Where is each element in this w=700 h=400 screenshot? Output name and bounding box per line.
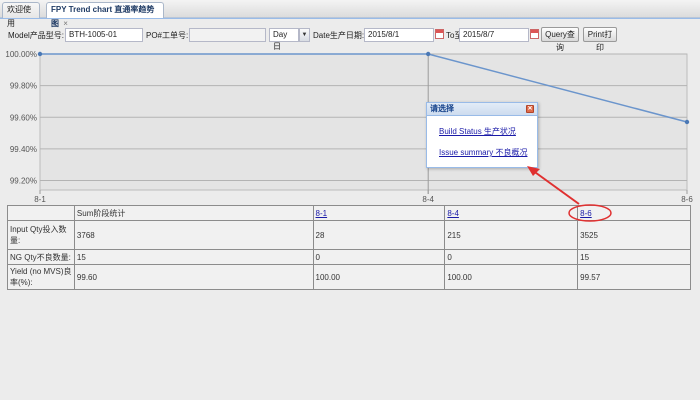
date-link-8-1[interactable]: 8-1	[316, 209, 328, 218]
x-tick-label: 8-1	[34, 195, 46, 203]
tab-bar: 欢迎使用 FPY Trend chart 直通率趋势图 ×	[0, 0, 700, 28]
y-tick-label: 100.00%	[5, 50, 37, 59]
date-from-input[interactable]: 2015/8/1	[364, 28, 434, 42]
x-tick-label: 8-6	[681, 195, 693, 203]
print-button[interactable]: Print打印	[583, 27, 617, 52]
table-cell: 215	[444, 220, 579, 250]
table-cell: 28	[312, 220, 446, 250]
data-point[interactable]	[684, 119, 690, 125]
table-cell: 0	[444, 249, 579, 265]
row-label: Yield (no MVS)良率(%):	[7, 264, 75, 290]
table-row: NG Qty不良数量: 15 0 0 15	[7, 249, 691, 265]
date-label: Date生产日期:	[313, 31, 365, 40]
y-tick-label: 99.20%	[10, 177, 37, 186]
model-label: Model产品型号:	[8, 31, 65, 40]
build-status-link[interactable]: Build Status 生产状况	[439, 126, 516, 137]
popup-header: 请选择 ✕	[427, 103, 537, 116]
table-cell: 3525	[577, 220, 691, 250]
popup-title: 请选择	[430, 104, 454, 113]
table-header-cell: 8-4	[444, 205, 579, 221]
data-point[interactable]	[426, 51, 431, 57]
calendar-icon[interactable]	[435, 29, 444, 39]
table-cell: 0	[312, 249, 446, 265]
table-cell: 100.00	[312, 264, 446, 290]
plot-area	[39, 53, 688, 191]
table-cell: 15	[577, 249, 691, 265]
issue-summary-link[interactable]: Issue summary 不良概况	[439, 147, 527, 158]
tab-welcome-label: 欢迎使用	[7, 5, 31, 28]
query-button[interactable]: Query查询	[541, 27, 579, 52]
tab-welcome[interactable]: 欢迎使用	[2, 2, 40, 28]
filter-bar: Model产品型号: BTH-1005-01 PO#工单号: Day日 ▼ Da…	[0, 26, 700, 52]
date-link-8-6[interactable]: 8-6	[580, 209, 592, 218]
tab-fpy-trend-chart[interactable]: FPY Trend chart 直通率趋势图 ×	[46, 2, 164, 28]
table-header-cell: Sum阶段统计	[73, 205, 314, 221]
date-to-input[interactable]: 2015/8/7	[459, 28, 529, 42]
table-header-row: Sum阶段统计 8-1 8-4 8-6	[7, 205, 691, 221]
data-point[interactable]	[37, 51, 43, 57]
x-tick-label: 8-4	[422, 195, 434, 203]
y-tick-label: 99.40%	[10, 145, 37, 154]
table-cell: 99.60	[73, 264, 314, 290]
date-link-8-4[interactable]: 8-4	[447, 209, 459, 218]
select-popup: 请选择 ✕ Build Status 生产状况 Issue summary 不良…	[426, 102, 538, 168]
table-cell: 99.57	[577, 264, 691, 290]
row-label: NG Qty不良数量:	[7, 249, 75, 265]
po-input[interactable]	[189, 28, 266, 42]
po-label: PO#工单号:	[146, 31, 189, 40]
table-row: Yield (no MVS)良率(%): 99.60 100.00 100.00…	[7, 264, 691, 290]
table-cell: 3768	[73, 220, 314, 250]
table-header-cell	[7, 205, 75, 221]
table-row: Input Qty投入数量: 3768 28 215 3525	[7, 220, 691, 250]
y-tick-label: 99.60%	[10, 113, 37, 122]
chevron-down-icon[interactable]: ▼	[299, 28, 310, 42]
period-select[interactable]: Day日	[269, 28, 299, 51]
table-cell: 15	[73, 249, 314, 265]
y-tick-label: 99.80%	[10, 82, 37, 91]
table-header-cell: 8-6	[577, 205, 691, 221]
fpy-trend-chart: 100.00% 99.80% 99.60% 99.40% 99.20% 8-1 8-4 8-6	[5, 50, 693, 203]
summary-table: Sum阶段统计 8-1 8-4 8-6 Input Qty投入数量: 3768 …	[7, 205, 691, 290]
close-icon[interactable]: ✕	[526, 105, 534, 113]
calendar-icon[interactable]	[530, 29, 539, 39]
tab-divider	[0, 18, 700, 19]
table-header-cell: 8-1	[312, 205, 446, 221]
model-input[interactable]: BTH-1005-01	[65, 28, 143, 42]
row-label: Input Qty投入数量:	[7, 220, 75, 250]
table-cell: 100.00	[444, 264, 579, 290]
